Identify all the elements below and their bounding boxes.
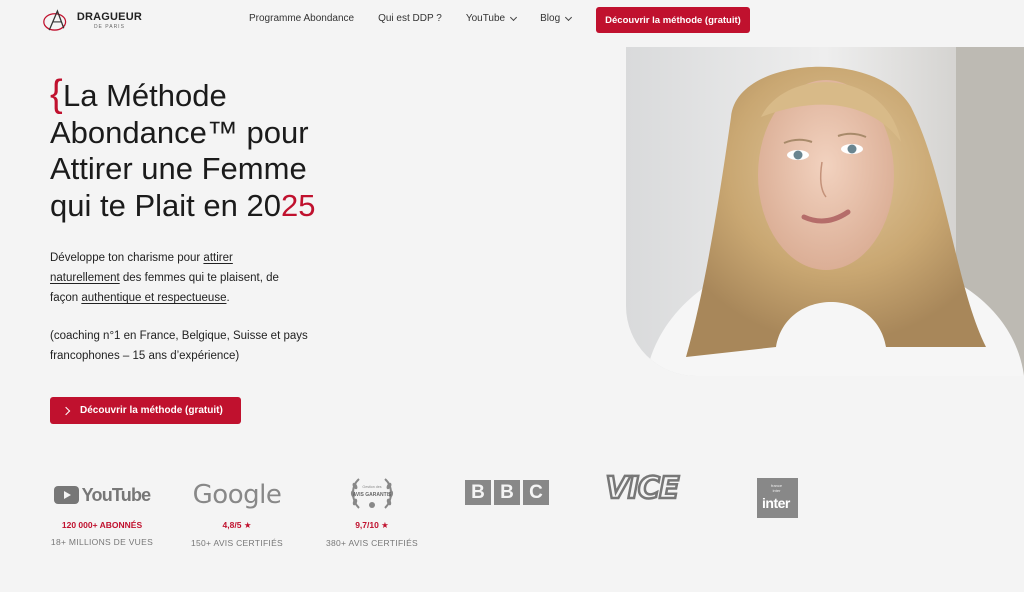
- hero-title-accent: 25: [280, 187, 316, 223]
- nav-youtube[interactable]: YouTube: [465, 13, 518, 24]
- hero-photo: [626, 47, 1024, 376]
- site-header: DRAGUEUR DE PARIS Programme Abondance Qu…: [0, 0, 1024, 40]
- bbc-letter: C: [523, 480, 549, 505]
- woman-portrait-image: [626, 47, 1024, 376]
- youtube-stat: 120 000+ ABONNÉS: [61, 520, 143, 530]
- proof-france-inter: france inter inter: [757, 478, 798, 518]
- site-logo[interactable]: DRAGUEUR DE PARIS: [42, 6, 142, 36]
- desc-text: Développe ton charisme pour: [50, 252, 204, 264]
- proof-vice: VICE: [596, 470, 688, 508]
- youtube-sub: 18+ MILLIONS DE VUES: [50, 537, 154, 547]
- google-sub: 150+ AVIS CERTIFIÉS: [190, 538, 284, 548]
- bbc-logo: B B C: [465, 480, 555, 505]
- desc-text: des femmes qui te plaisent: [119, 272, 260, 284]
- dragueur-logo-icon: [43, 9, 67, 31]
- avis-logo-top: Gestion des: [362, 485, 381, 489]
- desc-text: .: [226, 292, 230, 304]
- hero-description: Développe ton charisme pour attirer natur…: [50, 248, 310, 308]
- nav-label: Blog: [540, 13, 561, 24]
- avis-stat: 9,7/10 ★: [355, 520, 389, 530]
- avis-sub: 380+ AVIS CERTIFIÉS: [325, 538, 419, 548]
- hero-cta-label: Découvrir la méthode (gratuit): [80, 405, 223, 416]
- youtube-logo: YouTube: [53, 484, 152, 506]
- google-logo: Google: [192, 480, 282, 510]
- logo-main-text: DRAGUEUR: [76, 11, 142, 23]
- chevron-down-icon: [510, 13, 518, 21]
- hero-title-line-last: qui te Plait en 2025: [50, 188, 390, 225]
- youtube-icon: [53, 486, 79, 504]
- chevron-right-icon: [61, 406, 71, 415]
- hero-title-line: Abondance™ pour: [50, 114, 309, 150]
- nav-label: Qui est DDP ?: [378, 13, 442, 24]
- avis-logo-main: AVIS GARANTIS: [353, 492, 392, 498]
- hero-title: La Méthode Abondance™ pour Attirer une F…: [50, 78, 390, 224]
- nav-label: YouTube: [465, 13, 506, 24]
- hero-note: (coaching n°1 en France, Belgique, Suiss…: [50, 330, 308, 362]
- hero-title-line: Attirer une Femme: [50, 151, 307, 186]
- logo-sub-text: DE PARIS: [93, 24, 125, 30]
- proof-avis-garantis: Gestion des AVIS GARANTIS 9,7/10 ★ 380+ …: [320, 474, 424, 548]
- vice-logo: VICE: [604, 470, 680, 508]
- laurel-icon: Gestion des AVIS GARANTIS: [350, 478, 394, 509]
- nav-blog[interactable]: Blog: [540, 13, 573, 24]
- chevron-down-icon: [565, 13, 573, 21]
- desc-link-naturellement[interactable]: naturellement: [50, 272, 120, 284]
- hero-cta-button[interactable]: Découvrir la méthode (gratuit): [50, 397, 241, 424]
- nav-qui-est-ddp[interactable]: Qui est DDP ?: [378, 13, 442, 24]
- inter-big-text: inter: [762, 495, 790, 511]
- desc-link-authentique[interactable]: authentique et respectueuse: [81, 292, 226, 304]
- france-inter-logo: france inter inter: [757, 478, 798, 518]
- bbc-letter: B: [494, 480, 520, 505]
- main-nav: Programme Abondance Qui est DDP ? YouTub…: [249, 13, 573, 24]
- hero-title-text: qui te Plait en 20: [50, 187, 281, 223]
- hero-title-line: La Méthode: [63, 78, 227, 113]
- google-stat: 4,8/5 ★: [222, 520, 252, 530]
- proof-bbc: B B C: [465, 480, 555, 505]
- header-cta-button[interactable]: Découvrir la méthode (gratuit): [596, 7, 750, 33]
- proof-google: Google 4,8/5 ★ 150+ AVIS CERTIFIÉS: [185, 480, 289, 548]
- nav-programme-abondance[interactable]: Programme Abondance: [249, 13, 354, 24]
- desc-link-attirer[interactable]: attirer: [203, 252, 232, 264]
- inter-small-text: france inter: [771, 483, 783, 493]
- bbc-letter: B: [465, 480, 491, 505]
- nav-label: Programme Abondance: [249, 13, 355, 24]
- proof-youtube: YouTube 120 000+ ABONNÉS 18+ MILLIONS DE…: [48, 482, 156, 548]
- youtube-logo-text: YouTube: [81, 484, 152, 505]
